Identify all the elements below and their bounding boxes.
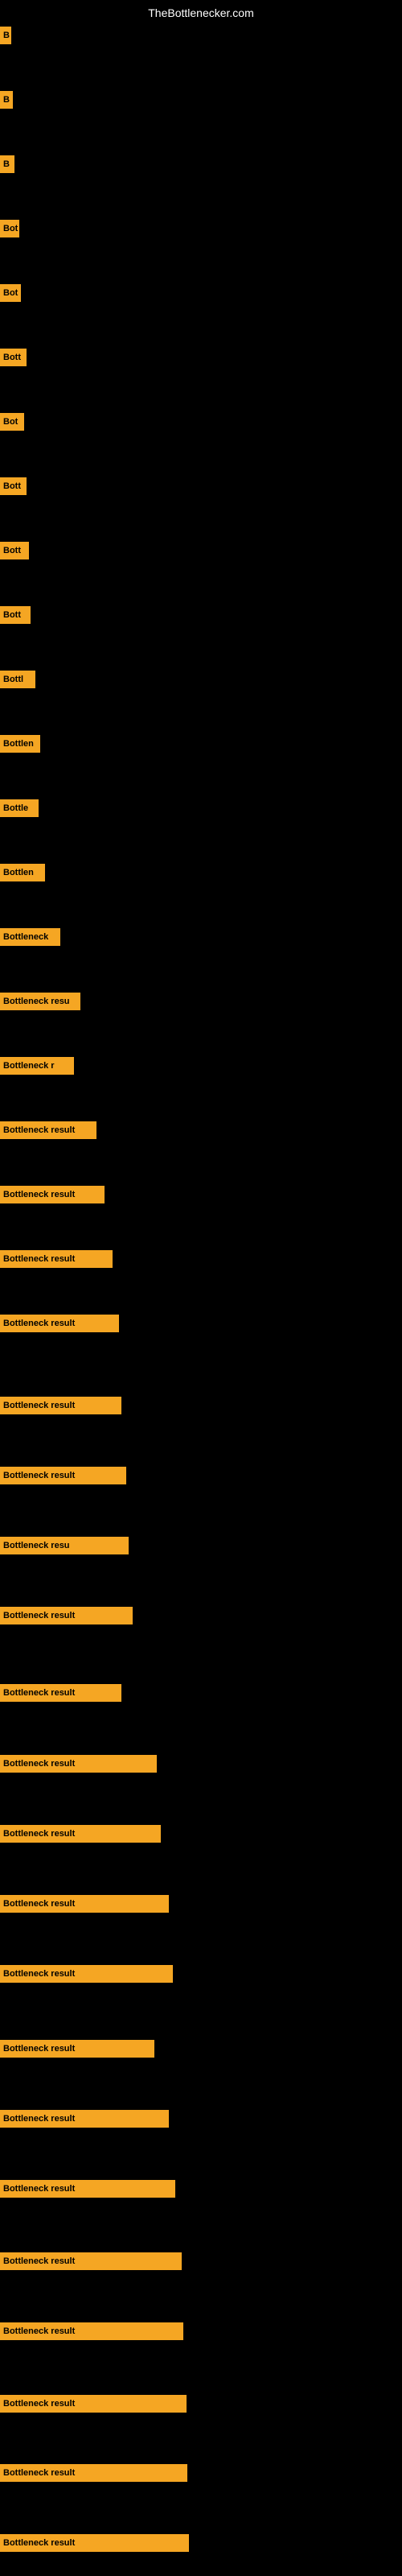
bar-row: Bottleneck result <box>0 1183 105 1206</box>
bar-row: Bottlen <box>0 733 40 755</box>
bar-label: Bottleneck result <box>0 2395 187 2413</box>
bar-row: B <box>0 89 13 111</box>
bar-label: Bottl <box>0 671 35 688</box>
bar-row: Bottleneck result <box>0 2250 182 2273</box>
bar-row: B <box>0 24 11 47</box>
bar-row: Bot <box>0 411 24 433</box>
bar-label: Bottleneck result <box>0 2534 189 2552</box>
bar-label: Bot <box>0 220 19 237</box>
bar-row: Bottleneck result <box>0 2532 189 2554</box>
bar-label: Bottleneck result <box>0 1315 119 1332</box>
bar-label: Bottleneck resu <box>0 993 80 1010</box>
bar-row: Bott <box>0 475 27 497</box>
bar-row: Bottleneck result <box>0 1604 133 1627</box>
bar-row: Bottleneck result <box>0 1752 157 1775</box>
bar-row: Bottl <box>0 668 35 691</box>
bar-label: Bottleneck result <box>0 1825 161 1843</box>
bar-label: Bottleneck result <box>0 2180 175 2198</box>
bar-label: Bottleneck result <box>0 2110 169 2128</box>
bar-label: B <box>0 155 14 173</box>
bar-row: Bottleneck result <box>0 2037 154 2060</box>
bar-row: Bot <box>0 282 21 304</box>
bar-label: Bottleneck result <box>0 1121 96 1139</box>
bar-label: Bottlen <box>0 864 45 881</box>
bar-row: Bottleneck result <box>0 2392 187 2415</box>
bar-row: Bottleneck resu <box>0 990 80 1013</box>
bar-row: Bottleneck result <box>0 1119 96 1141</box>
bar-row: Bottlen <box>0 861 45 884</box>
bar-row: Bottleneck result <box>0 2320 183 2343</box>
bar-label: Bottleneck r <box>0 1057 74 1075</box>
bar-row: Bottleneck result <box>0 1312 119 1335</box>
bar-row: Bottleneck result <box>0 2178 175 2200</box>
bar-label: Bottleneck result <box>0 1755 157 1773</box>
bar-label: Bot <box>0 284 21 302</box>
bar-label: Bottleneck <box>0 928 60 946</box>
bar-label: Bottlen <box>0 735 40 753</box>
bar-row: Bottleneck result <box>0 1963 173 1985</box>
site-title: TheBottlenecker.com <box>148 6 254 19</box>
bar-label: Bottleneck result <box>0 1895 169 1913</box>
bar-row: Bottleneck result <box>0 1394 121 1417</box>
bar-label: Bottle <box>0 799 39 817</box>
bar-label: Bott <box>0 542 29 559</box>
bar-label: B <box>0 91 13 109</box>
bar-row: Bottle <box>0 797 39 819</box>
bar-label: Bottleneck result <box>0 2464 187 2482</box>
bar-row: Bott <box>0 604 31 626</box>
bar-row: Bottleneck result <box>0 1682 121 1704</box>
bar-label: Bottleneck result <box>0 1250 113 1268</box>
bar-label: Bott <box>0 349 27 366</box>
bar-label: Bottleneck result <box>0 2252 182 2270</box>
bar-row: B <box>0 153 14 175</box>
bar-label: Bottleneck result <box>0 1186 105 1203</box>
bar-label: Bot <box>0 413 24 431</box>
bar-label: Bottleneck result <box>0 1684 121 1702</box>
bar-label: Bottleneck result <box>0 1397 121 1414</box>
bar-label: Bott <box>0 606 31 624</box>
bar-row: Bottleneck result <box>0 1823 161 1845</box>
bar-row: Bot <box>0 217 19 240</box>
bar-label: Bott <box>0 477 27 495</box>
bar-label: Bottleneck result <box>0 1467 126 1484</box>
bar-label: Bottleneck resu <box>0 1537 129 1554</box>
bar-label: Bottleneck result <box>0 1965 173 1983</box>
bar-label: Bottleneck result <box>0 1607 133 1624</box>
bar-row: Bott <box>0 346 27 369</box>
bar-label: Bottleneck result <box>0 2322 183 2340</box>
bar-row: Bott <box>0 539 29 562</box>
bar-row: Bottleneck result <box>0 1893 169 1915</box>
bar-row: Bottleneck r <box>0 1055 74 1077</box>
bar-label: B <box>0 27 11 44</box>
bar-row: Bottleneck <box>0 926 60 948</box>
bar-row: Bottleneck result <box>0 1248 113 1270</box>
bar-row: Bottleneck resu <box>0 1534 129 1557</box>
bar-row: Bottleneck result <box>0 1464 126 1487</box>
bar-row: Bottleneck result <box>0 2107 169 2130</box>
bar-label: Bottleneck result <box>0 2040 154 2058</box>
bar-row: Bottleneck result <box>0 2462 187 2484</box>
